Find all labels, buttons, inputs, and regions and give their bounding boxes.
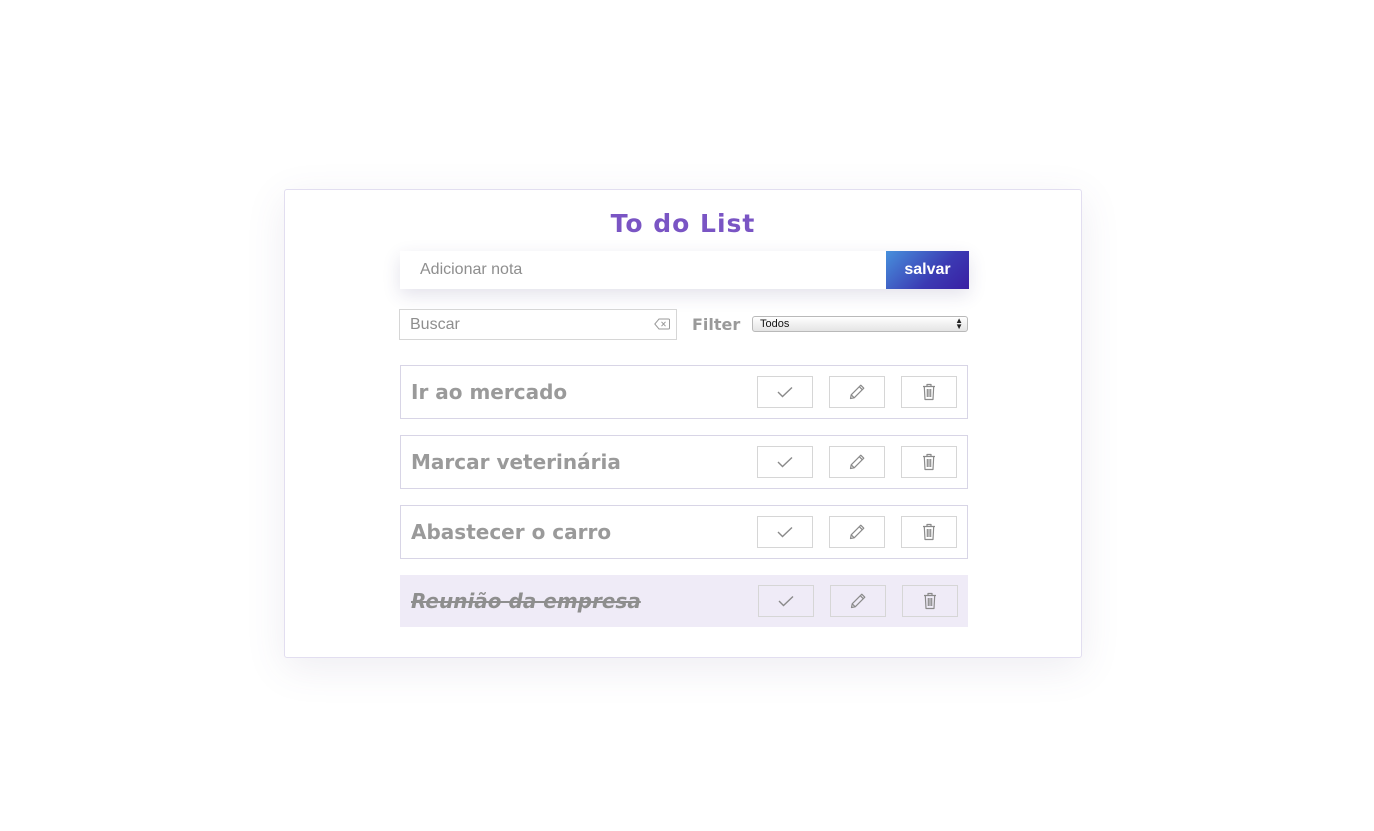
complete-button[interactable] [757,446,813,478]
todo-text: Marcar veterinária [411,450,621,474]
filter-selected-value: Todos [760,318,790,330]
search-input[interactable] [400,310,640,339]
trash-icon [923,383,935,401]
add-note-form: salvar [400,251,969,289]
todo-item: Ir ao mercado [400,365,968,419]
todo-text: Abastecer o carro [411,520,612,544]
edit-button[interactable] [829,516,885,548]
save-button[interactable]: salvar [886,251,969,289]
complete-button[interactable] [758,585,814,617]
trash-icon [923,453,935,471]
delete-button[interactable] [901,376,957,408]
pencil-icon [849,384,865,400]
complete-button[interactable] [757,376,813,408]
todo-text: Reunião da empresa [411,589,641,613]
edit-button[interactable] [830,585,886,617]
pencil-icon [849,454,865,470]
pencil-icon [850,593,866,609]
edit-button[interactable] [829,376,885,408]
filter-select[interactable]: Todos ▲ ▼ [752,316,968,332]
delete-button[interactable] [902,585,958,617]
edit-button[interactable] [829,446,885,478]
todo-card: To do List salvar Filter Todos ▲▼ Ir ao … [284,189,1082,658]
todo-item: Abastecer o carro [400,505,968,559]
clear-input-icon[interactable] [654,318,670,330]
trash-icon [923,523,935,541]
check-icon [777,526,793,538]
select-arrows-icon: ▲ ▼ [955,316,963,331]
check-icon [777,386,793,398]
todo-text: Ir ao mercado [411,380,568,404]
check-icon [777,456,793,468]
delete-button[interactable] [901,516,957,548]
filter-label: Filter [692,315,741,334]
page-title: To do List [610,209,756,238]
add-note-input[interactable] [400,251,886,289]
trash-icon [924,592,936,610]
complete-button[interactable] [757,516,813,548]
pencil-icon [849,524,865,540]
todo-item-done: Reunião da empresa [400,575,968,627]
todo-item: Marcar veterinária [400,435,968,489]
check-icon [778,595,794,607]
search-field[interactable] [399,309,677,340]
delete-button[interactable] [901,446,957,478]
